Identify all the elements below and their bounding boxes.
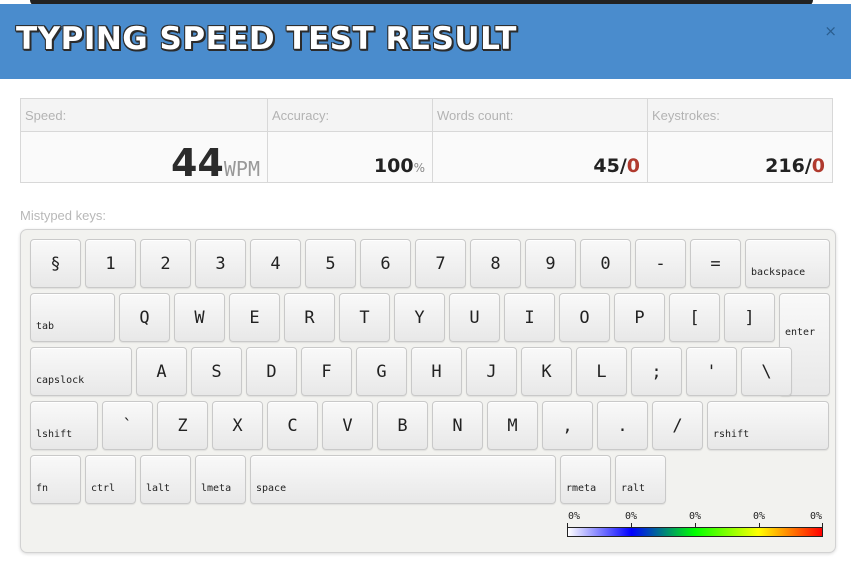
key-fn[interactable]: fn [30,455,81,504]
mistyped-keys-label: Mistyped keys: [20,208,106,223]
key-r1-7[interactable]: U [449,293,500,342]
key-tab[interactable]: tab [30,293,115,342]
key-r0-0[interactable]: § [30,239,81,288]
legend-label-4: 0% [809,511,823,522]
accuracy-value: 100 [373,155,414,177]
key-r2-7[interactable]: J [466,347,517,396]
accuracy-label: Accuracy: [267,98,433,132]
key-r3-7[interactable]: N [432,401,483,450]
key-r0-9[interactable]: 9 [525,239,576,288]
key-r3-2[interactable]: Z [157,401,208,450]
key-r0-7[interactable]: 7 [415,239,466,288]
key-r1-3[interactable]: E [229,293,280,342]
key-r0-1[interactable]: 1 [85,239,136,288]
key-r1-10[interactable]: P [614,293,665,342]
legend-tick-1 [631,523,632,527]
key-r1-1[interactable]: Q [119,293,170,342]
key-r0-11[interactable]: - [635,239,686,288]
key-r1-4[interactable]: R [284,293,335,342]
dialog-title: TYPING SPEED TEST RESULT [16,21,517,57]
key-r3-10[interactable]: . [597,401,648,450]
legend-tick-2 [695,523,696,527]
key-space[interactable]: space [250,455,556,504]
key-r1-12[interactable]: ] [724,293,775,342]
key-ctrl[interactable]: ctrl [85,455,136,504]
key-r2-12[interactable]: \ [741,347,792,396]
keystrokes-value: 216 [765,155,805,177]
words-separator: / [619,155,627,177]
key-r3-9[interactable]: , [542,401,593,450]
key-r3-11[interactable]: / [652,401,703,450]
words-cell: 45/0 [432,131,648,183]
key-r1-2[interactable]: W [174,293,225,342]
speed-cell: 44WPM [20,131,268,185]
key-r1-5[interactable]: T [339,293,390,342]
key-r0-6[interactable]: 6 [360,239,411,288]
stats-table: Speed: Accuracy: Words count: Keystrokes… [20,98,833,183]
key-r2-8[interactable]: K [521,347,572,396]
error-color-legend: 0% 0% 0% 0% 0% [567,511,823,541]
key-rshift[interactable]: rshift [707,401,829,450]
accuracy-cell: 100% [267,131,433,183]
key-r0-12[interactable]: = [690,239,741,288]
key-r1-8[interactable]: I [504,293,555,342]
key-r2-6[interactable]: H [411,347,462,396]
key-r1-9[interactable]: O [559,293,610,342]
legend-tick-3 [759,523,760,527]
legend-label-3: 0% [752,511,766,522]
dialog-header: TYPING SPEED TEST RESULT × [0,4,851,79]
key-r2-10[interactable]: ; [631,347,682,396]
legend-gradient-bar [567,527,823,537]
key-r2-2[interactable]: S [191,347,242,396]
key-r2-5[interactable]: G [356,347,407,396]
keystrokes-label: Keystrokes: [647,98,833,132]
key-r1-11[interactable]: [ [669,293,720,342]
key-ralt[interactable]: ralt [615,455,666,504]
key-r2-11[interactable]: ' [686,347,737,396]
legend-tick-4 [822,523,823,527]
legend-label-1: 0% [624,511,638,522]
key-r3-5[interactable]: V [322,401,373,450]
key-lalt[interactable]: lalt [140,455,191,504]
words-label: Words count: [432,98,648,132]
key-r3-4[interactable]: C [267,401,318,450]
key-r2-9[interactable]: L [576,347,627,396]
speed-unit: WPM [223,157,260,181]
words-errors: 0 [626,155,640,177]
keyboard: § 1 2 3 4 5 6 7 8 9 0- = backspace tab Q W E R T Y U I O P[] ent… [20,229,836,553]
legend-label-0: 0% [567,511,581,522]
key-r0-3[interactable]: 3 [195,239,246,288]
keystrokes-cell: 216/0 [647,131,833,183]
key-r3-6[interactable]: B [377,401,428,450]
key-r2-1[interactable]: A [136,347,187,396]
words-value: 45 [593,155,620,177]
key-rmeta[interactable]: rmeta [560,455,611,504]
accuracy-unit: % [413,161,425,175]
key-r0-8[interactable]: 8 [470,239,521,288]
close-icon[interactable]: × [824,22,837,40]
keystrokes-separator: / [804,155,812,177]
legend-label-2: 0% [688,511,702,522]
key-lmeta[interactable]: lmeta [195,455,246,504]
speed-value: 44 [170,141,224,185]
legend-tick-0 [567,523,568,527]
key-r3-1[interactable]: ` [102,401,153,450]
key-r2-4[interactable]: F [301,347,352,396]
keystrokes-errors: 0 [811,155,825,177]
key-r2-3[interactable]: D [246,347,297,396]
key-lshift[interactable]: lshift [30,401,98,450]
key-r0-5[interactable]: 5 [305,239,356,288]
key-r3-3[interactable]: X [212,401,263,450]
key-r0-10[interactable]: 0 [580,239,631,288]
speed-label: Speed: [20,98,268,132]
key-r0-4[interactable]: 4 [250,239,301,288]
key-r0-2[interactable]: 2 [140,239,191,288]
key-r3-8[interactable]: M [487,401,538,450]
key-backspace[interactable]: backspace [745,239,830,288]
key-capslock[interactable]: capslock [30,347,132,396]
key-r1-6[interactable]: Y [394,293,445,342]
